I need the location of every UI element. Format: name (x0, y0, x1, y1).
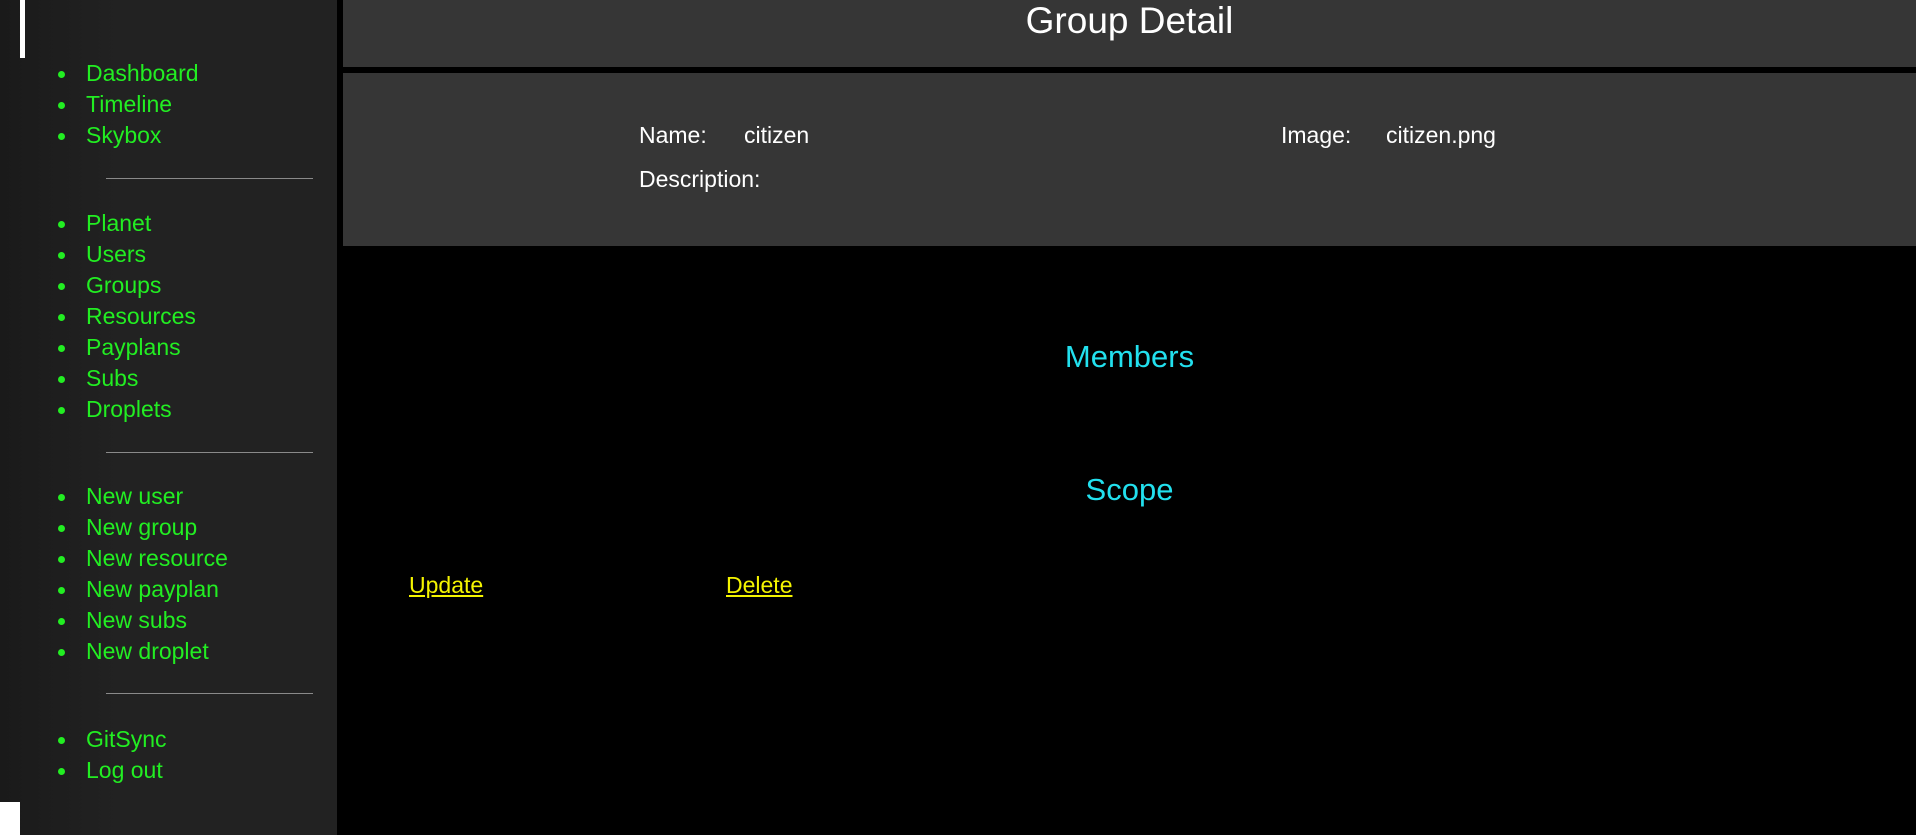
nav-divider (106, 178, 313, 179)
sidebar: Dashboard Timeline Skybox Planet Users G… (0, 0, 337, 835)
nav-item-new-user[interactable]: New user (58, 481, 228, 512)
nav-group-account: GitSync Log out (0, 724, 167, 786)
image-value: citizen.png (1386, 122, 1496, 148)
nav-group-main: Dashboard Timeline Skybox (0, 58, 199, 151)
name-value: citizen (744, 122, 810, 148)
nav-item-subs[interactable]: Subs (58, 363, 196, 394)
nav-item-groups[interactable]: Groups (58, 270, 196, 301)
nav-divider (106, 452, 313, 453)
name-label: Name: (639, 122, 707, 148)
description-label: Description: (639, 166, 761, 192)
nav-item-resources[interactable]: Resources (58, 301, 196, 332)
nav-item-new-payplan[interactable]: New payplan (58, 574, 228, 605)
nav-item-dashboard[interactable]: Dashboard (58, 58, 199, 89)
nav-divider (106, 693, 313, 694)
nav-item-new-group[interactable]: New group (58, 512, 228, 543)
page-header: Group Detail (343, 0, 1916, 67)
nav-item-payplans[interactable]: Payplans (58, 332, 196, 363)
nav-item-users[interactable]: Users (58, 239, 196, 270)
nav-item-planet[interactable]: Planet (58, 208, 196, 239)
members-heading: Members (1064, 339, 1195, 374)
nav-group-create: New user New group New resource New payp… (0, 481, 228, 667)
nav-item-log-out[interactable]: Log out (58, 755, 167, 786)
nav-item-new-subs[interactable]: New subs (58, 605, 228, 636)
nav-item-timeline[interactable]: Timeline (58, 89, 199, 120)
page-title: Group Detail (1025, 0, 1234, 41)
nav-item-droplets[interactable]: Droplets (58, 394, 196, 425)
nav-group-resources: Planet Users Groups Resources Payplans S… (0, 208, 196, 425)
nav-item-new-droplet[interactable]: New droplet (58, 636, 228, 667)
update-link[interactable]: Update (409, 571, 483, 599)
nav-item-new-resource[interactable]: New resource (58, 543, 228, 574)
group-detail-panel: Name: citizen Image: citizen.png Descrip… (343, 73, 1916, 246)
sidebar-footer-block (0, 802, 20, 835)
nav-item-skybox[interactable]: Skybox (58, 120, 199, 151)
nav-item-gitsync[interactable]: GitSync (58, 724, 167, 755)
sidebar-accent-bar (20, 0, 25, 58)
scope-heading: Scope (1085, 472, 1174, 507)
image-label: Image: (1281, 122, 1352, 148)
delete-link[interactable]: Delete (726, 571, 792, 599)
